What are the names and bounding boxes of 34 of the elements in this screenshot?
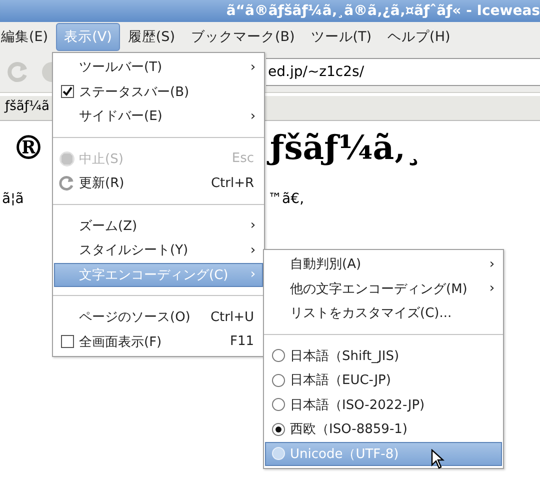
tab-title[interactable]: ƒšãƒ¼ã (3, 99, 52, 114)
menu-item[interactable]: 自動判別(A) › (265, 252, 502, 276)
menu-item[interactable]: ツールバー(T) › (54, 55, 263, 80)
menu-bar-item[interactable]: ヘルプ(H) (380, 23, 458, 51)
menu-item[interactable]: ズーム(Z) › (54, 214, 263, 238)
menu-item[interactable]: 日本語（ISO-2022-JP) (265, 392, 502, 417)
window-title: ã“ã®ãƒšãƒ¼ã‚¸ã®ã‚¿ã‚¤ãƒˆãƒ« - Iceweas (226, 3, 540, 19)
radio-button[interactable] (272, 374, 284, 387)
stop-icon (59, 150, 75, 167)
address-field[interactable]: ed.jp/~z1c2s/ (266, 58, 540, 86)
menu-item[interactable]: 更新(R) Ctrl+R (54, 171, 263, 196)
menu-bar-item[interactable]: 履歴(S) (120, 23, 183, 51)
radio-button[interactable] (272, 422, 284, 436)
menu-item[interactable]: リストをカスタマイズ(C)... (265, 301, 502, 326)
menu-item[interactable]: 日本語（EUC-JP) (265, 368, 502, 392)
page-text: ã¦ã (2, 191, 24, 207)
page-text: ™ã€‚ (268, 191, 304, 207)
menu-item[interactable]: 日本語（Shift_JIS) (265, 344, 502, 368)
checkbox[interactable] (60, 335, 74, 348)
page-heading: ® (12, 128, 45, 167)
menu-item[interactable]: 全画面表示(F) F11 (54, 330, 263, 354)
menu-bar-item[interactable]: ブックマーク(B) (182, 23, 303, 51)
menu-item[interactable]: スタイルシート(Y) › (54, 238, 263, 262)
checkbox[interactable] (60, 85, 74, 98)
menu-bar-item[interactable]: ツール(T) (302, 23, 380, 51)
menu-item[interactable]: サイドバー(E) › (54, 104, 263, 128)
radio-button[interactable] (272, 349, 284, 362)
menu-item[interactable]: ページのソース(O) Ctrl+U (54, 305, 263, 330)
radio-button[interactable] (272, 398, 284, 412)
menu-bar-item[interactable]: 編集(E) (0, 23, 56, 51)
menu-item[interactable]: 西欧（ISO-8859-1) (265, 417, 502, 442)
menu-item[interactable]: ステータスバー(B) (54, 80, 263, 104)
menu-item[interactable]: 他の文字エンコーディング(M) › (265, 276, 502, 301)
reload-icon (59, 175, 75, 192)
